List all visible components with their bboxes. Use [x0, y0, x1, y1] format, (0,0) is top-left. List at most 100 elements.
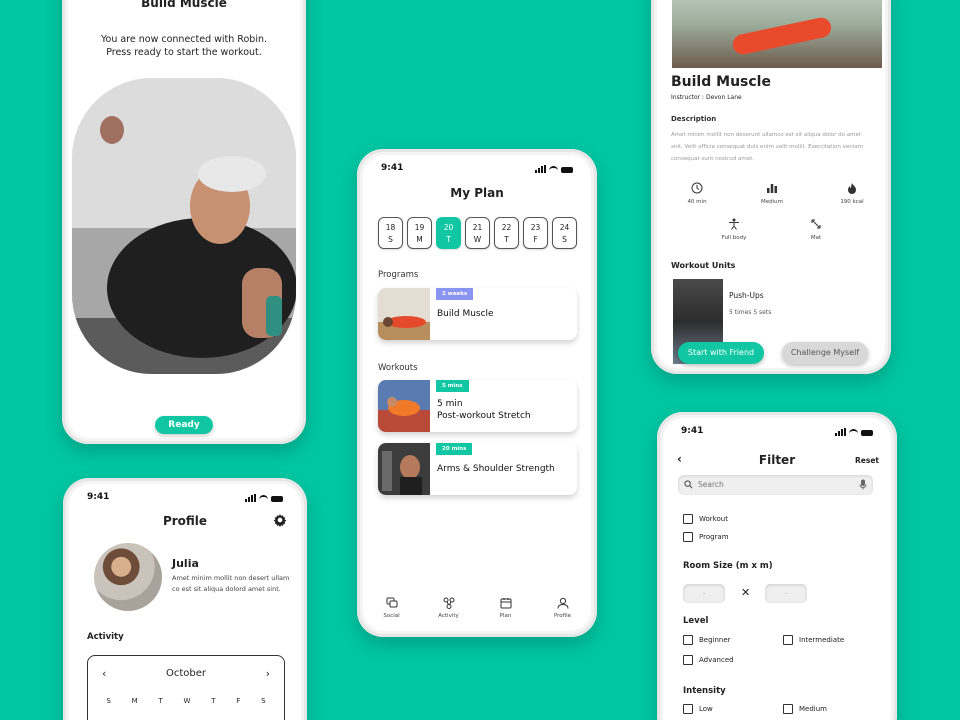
bottom-nav: Social Activity Plan Profile	[363, 589, 591, 629]
avatar	[94, 543, 162, 611]
detail-screen: Build Muscle Instructor : Devon Lane Des…	[657, 0, 885, 368]
level-beginner-checkbox[interactable]: Beginner	[683, 635, 731, 645]
weekday: S	[261, 697, 266, 705]
plan-screen: 9:41 My Plan 18 S 19 M 20 T 21 W 22 T 23 F 24 S…	[363, 155, 591, 631]
workout-card[interactable]: 20 mins Arms & Shoulder Strength	[378, 443, 577, 495]
status-time: 9:41	[681, 426, 704, 436]
week-selector: 18 S 19 M 20 T 21 W 22 T 23 F 24 S	[378, 217, 577, 249]
duration-badge: 5 mins	[436, 380, 469, 392]
nav-label: Plan	[499, 613, 512, 619]
room-width-input[interactable]: -	[683, 584, 725, 603]
stat-target: Full body	[709, 218, 759, 241]
activity-calendar: ‹ October › S M T W T F S	[87, 655, 285, 720]
stat-duration: 40 min	[672, 182, 722, 205]
room-size-label: Room Size (m x m)	[683, 561, 773, 571]
gear-icon[interactable]	[273, 513, 287, 527]
search-placeholder: Search	[698, 480, 724, 489]
room-length-input[interactable]: -	[765, 584, 807, 603]
workout-title: Build Muscle	[671, 74, 771, 90]
search-input[interactable]: Search	[678, 475, 873, 495]
wifi-icon	[549, 166, 558, 173]
stat-equipment: Mat	[791, 218, 841, 241]
reset-button[interactable]: Reset	[855, 456, 879, 465]
profile-name: Julia	[172, 557, 199, 570]
multiply-icon: ✕	[741, 586, 751, 599]
activity-icon	[443, 597, 454, 609]
day-20-selected[interactable]: 20 T	[436, 217, 461, 249]
day-21[interactable]: 21 W	[465, 217, 490, 249]
ready-button[interactable]: Ready	[155, 416, 213, 434]
weekday: S	[106, 697, 111, 705]
program-card[interactable]: 2 weeks Build Muscle	[378, 288, 577, 340]
stat-calories: 190 kcal	[827, 182, 877, 205]
type-workout-checkbox[interactable]: Workout	[683, 514, 728, 524]
trainer-photo	[72, 78, 296, 374]
unit-name: Push-Ups	[729, 291, 764, 300]
day-19[interactable]: 19 M	[407, 217, 432, 249]
nav-label: Profile	[553, 613, 572, 619]
bar-chart-icon	[767, 184, 777, 193]
level-intermediate-checkbox[interactable]: Intermediate	[783, 635, 844, 645]
nav-label: Activity	[438, 613, 459, 619]
weekday: M	[131, 697, 138, 705]
wifi-icon	[259, 495, 268, 502]
workout-units-heading: Workout Units	[671, 261, 736, 270]
intensity-low-checkbox[interactable]: Low	[683, 704, 713, 714]
unit-sets: 5 times 5 sets	[729, 309, 772, 316]
calendar-weekdays: S M T W T F S	[96, 697, 276, 705]
clock-icon	[691, 182, 703, 194]
instructor-label: Instructor : Devon Lane	[671, 94, 742, 101]
workout-stats: 40 min Medium 190 kcal Full body Mat	[671, 182, 871, 252]
workout-hero-image	[672, 0, 882, 68]
connect-heading: Build Muscle	[141, 0, 227, 10]
nav-profile[interactable]: Profile	[543, 589, 583, 629]
workout-card[interactable]: 5 mins 5 min Post-workout Stretch	[378, 380, 577, 432]
battery-icon	[271, 496, 283, 502]
battery-icon	[561, 167, 573, 173]
filter-phone: 9:41 ‹ Filter Reset Search Workout Progr…	[657, 412, 897, 720]
user-icon	[557, 597, 568, 609]
nav-social[interactable]: Social	[372, 589, 412, 629]
chat-icon	[386, 597, 397, 608]
description-heading: Description	[671, 115, 717, 123]
nav-label: Social	[383, 613, 400, 619]
weekday: T	[158, 697, 163, 705]
type-program-checkbox[interactable]: Program	[683, 532, 729, 542]
weekday: W	[183, 697, 191, 705]
program-thumbnail	[378, 288, 430, 340]
weekday: F	[236, 697, 241, 705]
intensity-medium-checkbox[interactable]: Medium	[783, 704, 827, 714]
workout-thumbnail	[378, 443, 430, 495]
nav-plan[interactable]: Plan	[486, 589, 526, 629]
weekday: T	[211, 697, 216, 705]
filter-screen: 9:41 ‹ Filter Reset Search Workout Progr…	[663, 418, 891, 720]
signal-icon	[245, 494, 256, 502]
day-23[interactable]: 23 F	[523, 217, 548, 249]
chevron-right-icon[interactable]: ›	[266, 667, 270, 680]
program-name: Build Muscle	[437, 309, 494, 319]
profile-screen: 9:41 Profile Julia Amet minim mollit non…	[69, 484, 301, 720]
challenge-myself-button[interactable]: Challenge Myself	[782, 342, 868, 364]
calendar-month: October	[165, 668, 207, 679]
workout-name: Arms & Shoulder Strength	[437, 464, 555, 474]
status-time: 9:41	[87, 492, 110, 502]
level-label: Level	[683, 616, 709, 626]
plan-phone: 9:41 My Plan 18 S 19 M 20 T 21 W 22 T 23 F 24 S…	[357, 149, 597, 637]
day-22[interactable]: 22 T	[494, 217, 519, 249]
microphone-icon[interactable]	[859, 479, 867, 490]
start-with-friend-button[interactable]: Start with Friend	[678, 342, 764, 364]
profile-phone: 9:41 Profile Julia Amet minim mollit non…	[63, 478, 307, 720]
workout-thumbnail	[378, 380, 430, 432]
level-advanced-checkbox[interactable]: Advanced	[683, 655, 734, 665]
duration-badge: 20 mins	[436, 443, 473, 455]
nav-activity[interactable]: Activity	[429, 589, 469, 629]
battery-icon	[861, 430, 873, 436]
day-18[interactable]: 18 S	[378, 217, 403, 249]
connect-screen: Build Muscle You are now connected with …	[68, 0, 300, 438]
calendar-icon	[500, 598, 511, 609]
workout-name: 5 min Post-workout Stretch	[437, 399, 531, 421]
status-bar: 9:41	[681, 426, 873, 440]
page-title: My Plan	[450, 186, 504, 200]
day-24[interactable]: 24 S	[552, 217, 577, 249]
workouts-label: Workouts	[378, 363, 418, 373]
